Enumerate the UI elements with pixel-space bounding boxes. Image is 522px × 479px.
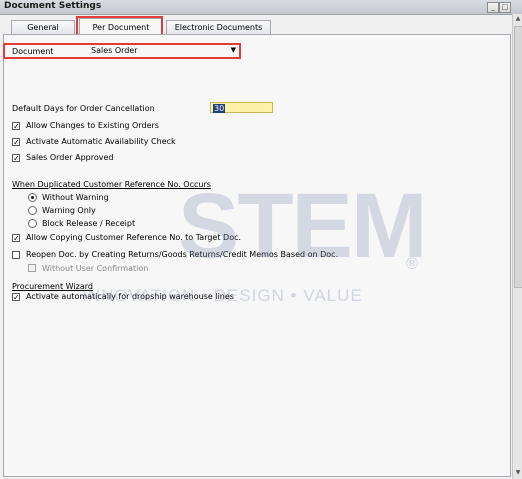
sales-order-approved-label: Sales Order Approved [26, 153, 114, 162]
allow-copying-ref-checkbox[interactable]: ✓ [12, 234, 20, 243]
tab-general-label: General [27, 23, 59, 32]
tab-electronic-documents[interactable]: Electronic Documents [166, 20, 271, 35]
availability-check-checkbox[interactable]: ✓ [12, 138, 20, 147]
block-release-label: Block Release / Receipt [42, 219, 136, 228]
dropship-checkbox[interactable]: ✓ [12, 293, 20, 302]
duplicate-heading: When Duplicated Customer Reference No. O… [12, 180, 211, 189]
warning-only-radio[interactable] [28, 206, 37, 215]
cancellation-days-input[interactable]: 30 [210, 102, 273, 113]
dropship-label: Activate automatically for dropship ware… [26, 292, 234, 301]
scroll-up-icon[interactable]: ▲ [514, 15, 522, 23]
tab-general[interactable]: General [11, 20, 75, 35]
minimize-button[interactable]: _ [487, 2, 499, 13]
tab-electronic-documents-label: Electronic Documents [174, 23, 263, 32]
scrollbar-thumb[interactable] [514, 26, 522, 288]
warning-only-label: Warning Only [42, 206, 96, 215]
maximize-button[interactable]: □ [499, 2, 511, 13]
reopen-doc-checkbox[interactable] [12, 251, 20, 259]
block-release-radio[interactable] [28, 219, 37, 228]
reopen-doc-label: Reopen Doc. by Creating Returns/Goods Re… [26, 250, 339, 259]
vertical-scrollbar[interactable]: ▲ ▼ [512, 14, 522, 479]
scroll-down-icon[interactable]: ▼ [514, 469, 522, 477]
procurement-heading: Procurement Wizard [12, 282, 93, 291]
allow-changes-label: Allow Changes to Existing Orders [26, 121, 159, 130]
without-warning-radio[interactable] [28, 193, 37, 202]
without-confirmation-checkbox[interactable] [28, 264, 36, 272]
allow-changes-checkbox[interactable]: ✓ [12, 122, 20, 131]
window-title: Document Settings [4, 1, 102, 11]
without-confirmation-label: Without User Confirmation [42, 264, 149, 273]
without-warning-label: Without Warning [42, 193, 109, 202]
cancellation-label: Default Days for Order Cancellation [12, 104, 155, 113]
cancellation-days-value: 30 [213, 104, 226, 113]
availability-check-label: Activate Automatic Availability Check [26, 137, 176, 146]
document-highlight [3, 43, 241, 59]
sales-order-approved-checkbox[interactable]: ✓ [12, 154, 20, 163]
window-title-bar: Document Settings _ □ [0, 0, 522, 15]
allow-copying-ref-label: Allow Copying Customer Reference No. to … [26, 233, 242, 242]
